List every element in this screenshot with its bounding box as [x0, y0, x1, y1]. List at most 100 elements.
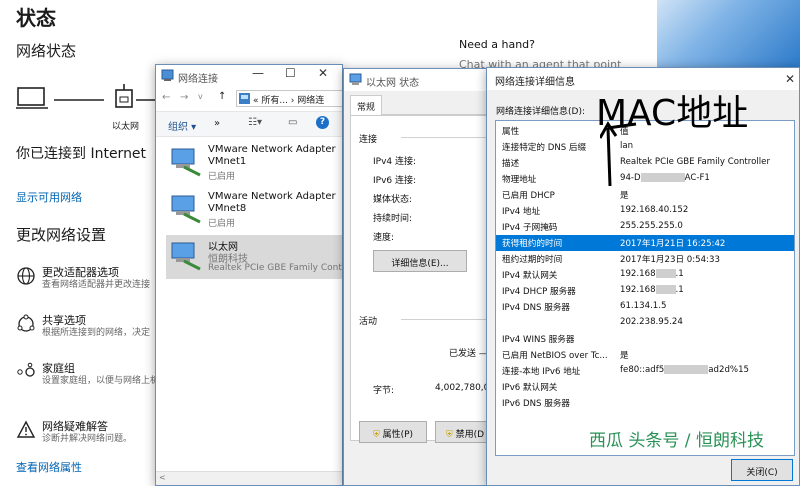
adapter-item-vmnet8[interactable]: VMware Network Adapter VMnet8 已启用 — [166, 188, 342, 232]
table-row[interactable]: IPv4 DHCP 服务器 192.168 .1 — [496, 283, 794, 299]
row-key: IPv4 DHCP 服务器 — [502, 287, 576, 297]
row-value: 是 — [620, 351, 629, 361]
table-row[interactable]: 描述 Realtek PCIe GBE Family Controller — [496, 155, 794, 171]
table-row[interactable]: 连接-本地 IPv6 地址 fe80::adf5 ad2d%15 — [496, 363, 794, 379]
row-value: 2017年1月21日 16:25:42 — [620, 239, 726, 249]
tab-general[interactable]: 常规 — [350, 95, 383, 116]
table-row[interactable]: IPv4 DNS 服务器 61.134.1.5 — [496, 299, 794, 315]
adapter-caption: 以太网 — [112, 122, 140, 132]
titlebar: 网络连接 — ☐ ✕ — [156, 65, 342, 87]
network-connections-window: 网络连接 — ☐ ✕ ← → v ↑ « 所有... › 网络连 组织 ▾ » … — [155, 64, 343, 486]
option-homegroup[interactable]: 家庭组 设置家庭组，以便与网络上机。 — [16, 360, 168, 404]
navigation-bar: ← → v ↑ « 所有... › 网络连 — [156, 87, 342, 111]
adapter-item-vmnet1[interactable]: VMware Network Adapter VMnet1 已启用 — [166, 141, 342, 185]
horizontal-scrollbar[interactable]: < — [156, 471, 342, 485]
adapter-subname: VMnet1 — [208, 156, 247, 167]
option-troubleshoot[interactable]: 网络疑难解答 诊断并解决网络问题。 — [16, 418, 166, 454]
network-adapter-icon — [171, 242, 201, 271]
bytes-sent-value: 4,002,780,0 — [435, 383, 490, 393]
disable-button[interactable]: ⛨ 禁用(D — [435, 421, 492, 443]
connected-text: 你已连接到 Internet — [16, 146, 147, 162]
row-key: 租约过期的时间 — [502, 255, 563, 265]
adapter-item-ethernet[interactable]: 以太网 恒朗科技 Realtek PCIe GBE Family Contr — [166, 235, 343, 279]
window-title: 以太网 状态 — [366, 78, 420, 89]
back-arrow-icon[interactable]: ← — [162, 92, 170, 103]
view-options-icon[interactable]: ☷▾ — [248, 117, 262, 128]
bytes-label: 字节: — [373, 386, 395, 396]
row-key: 已启用 DHCP — [502, 191, 555, 201]
table-row[interactable]: 202.238.95.24 — [496, 315, 794, 331]
row-key: IPv6 DNS 服务器 — [502, 399, 571, 409]
maximize-button[interactable]: ☐ — [285, 66, 296, 80]
row-value: 是 — [620, 191, 629, 201]
ipv6-label: IPv6 连接: — [373, 176, 417, 186]
titlebar: 以太网 状态 — [344, 69, 492, 91]
close-button[interactable]: ✕ — [785, 72, 795, 86]
row-value: 202.238.95.24 — [620, 317, 683, 327]
properties-button-label: 属性(P) — [382, 430, 414, 440]
row-value: 2017年1月23日 0:54:33 — [620, 255, 720, 265]
row-key: 已启用 NetBIOS over Tc... — [502, 351, 608, 361]
tab-strip: 常规 — [350, 95, 490, 116]
table-row[interactable]: 已启用 NetBIOS over Tc... 是 — [496, 347, 794, 363]
show-networks-link[interactable]: 显示可用网络 — [16, 189, 82, 205]
table-row[interactable]: 连接特定的 DNS 后缀 lan — [496, 139, 794, 155]
organize-button[interactable]: 组织 ▾ — [168, 118, 196, 133]
option-sharing[interactable]: 共享选项 根据所连接到的网络，决定 — [16, 312, 166, 348]
shield-icon: ⛨ — [372, 430, 380, 440]
option-title: 家庭组 — [42, 362, 75, 375]
shield-icon: ⛨ — [445, 430, 453, 440]
redaction-blur — [664, 365, 709, 374]
minimize-button[interactable]: — — [252, 66, 264, 80]
table-row[interactable]: IPv4 地址 192.168.40.152 — [496, 203, 794, 219]
option-adapter[interactable]: 更改适配器选项 查看网络适配器并更改连接 — [16, 264, 166, 300]
up-arrow-icon[interactable]: ↑ — [218, 91, 226, 102]
globe-icon — [17, 267, 35, 285]
view-properties-link[interactable]: 查看网络属性 — [16, 459, 82, 475]
row-value: Realtek PCIe GBE Family Controller — [620, 157, 770, 167]
divider — [401, 137, 492, 138]
properties-button[interactable]: ⛨ 属性(P) — [359, 421, 427, 443]
change-settings-heading: 更改网络设置 — [16, 226, 107, 244]
help-title: Need a hand? — [459, 38, 535, 51]
preview-pane-icon[interactable]: ▭ — [288, 117, 297, 128]
table-row-mac[interactable]: 物理地址 94-D AC-F1 — [496, 171, 794, 187]
chevron-down-icon[interactable]: v — [198, 92, 203, 101]
table-row-selected[interactable]: 获得租约的时间 2017年1月21日 16:25:42 — [496, 235, 794, 251]
table-row[interactable]: IPv4 WINS 服务器 — [496, 331, 794, 347]
table-row[interactable]: 租约过期的时间 2017年1月23日 0:54:33 — [496, 251, 794, 267]
option-title: 网络疑难解答 — [42, 420, 108, 433]
address-bar[interactable]: « 所有... › 网络连 — [236, 90, 342, 107]
row-value-tail: .1 — [675, 269, 684, 279]
row-value: 61.134.1.5 — [620, 301, 667, 311]
table-row[interactable]: IPv6 DNS 服务器 — [496, 395, 794, 411]
divider — [401, 319, 492, 320]
details-list[interactable]: 属性 值 连接特定的 DNS 后缀 lan 描述 Realtek PCIe GBE … — [495, 120, 795, 456]
ethernet-icon — [115, 84, 133, 108]
row-value: fe80::adf5 — [620, 365, 665, 375]
forward-arrow-icon[interactable]: → — [180, 92, 188, 103]
table-row[interactable]: 已启用 DHCP 是 — [496, 187, 794, 203]
details-button[interactable]: 详细信息(E)... — [373, 250, 467, 272]
adapter-name: VMware Network Adapter — [208, 144, 336, 155]
redaction-blur — [655, 285, 676, 294]
adapter-status: Realtek PCIe GBE Family Contr — [208, 263, 343, 273]
address-text: « 所有... › 网络连 — [253, 96, 325, 106]
network-adapter-icon — [171, 148, 201, 177]
scroll-left-icon[interactable]: < — [159, 473, 166, 482]
table-row[interactable]: IPv4 子网掩码 255.255.255.0 — [496, 219, 794, 235]
warning-icon — [16, 420, 36, 438]
row-value-tail: .1 — [675, 285, 684, 295]
close-button[interactable]: ✕ — [318, 66, 328, 80]
network-adapter-icon — [171, 195, 201, 224]
more-button[interactable]: » — [214, 118, 220, 129]
control-panel-icon — [239, 93, 250, 104]
close-dialog-button[interactable]: 关闭(C) — [731, 459, 793, 481]
homegroup-icon — [17, 362, 35, 377]
table-row[interactable]: IPv4 默认网关 192.168 .1 — [496, 267, 794, 283]
row-key: 连接-本地 IPv6 地址 — [502, 367, 581, 377]
laptop-icon — [16, 87, 48, 109]
table-row[interactable]: IPv6 默认网关 — [496, 379, 794, 395]
row-value: 192.168 — [620, 269, 656, 279]
help-icon[interactable]: ? — [316, 116, 329, 129]
